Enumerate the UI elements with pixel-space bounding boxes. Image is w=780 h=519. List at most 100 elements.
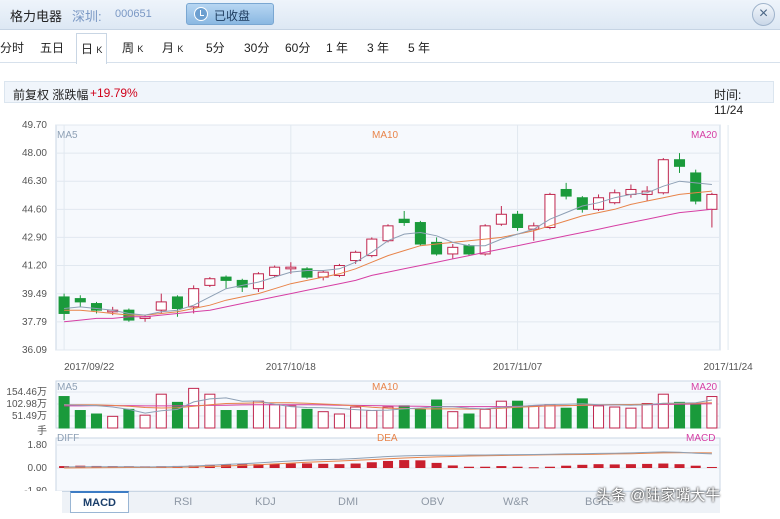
title-bar: 格力电器 深圳: 000651 已收盘 × xyxy=(0,0,780,30)
volume-ma5-legend: MA5 xyxy=(57,382,78,393)
volume-ma20-legend: MA20 xyxy=(691,382,718,393)
macd-bar xyxy=(528,467,539,469)
candle-body xyxy=(495,213,507,225)
tab-1-year[interactable]: 1 年 xyxy=(326,39,348,56)
tab-60min[interactable]: 60分 xyxy=(285,39,310,56)
macd-bar xyxy=(561,465,572,468)
volume-bar xyxy=(74,410,86,429)
volume-bar xyxy=(609,406,621,429)
clock-icon xyxy=(194,7,208,21)
tab-label: 30分 xyxy=(244,41,270,55)
market-label: 深圳: xyxy=(72,9,102,24)
volume-bar xyxy=(576,398,588,429)
market-status-label: 已收盘 xyxy=(214,9,251,23)
tab-5min[interactable]: 5分 xyxy=(206,39,225,56)
macd-bar xyxy=(382,460,394,468)
volume-bar xyxy=(58,396,70,429)
tab-label: 60分 xyxy=(285,41,311,55)
candle-body xyxy=(398,218,410,224)
price-tick-label: 39.49 xyxy=(22,289,47,300)
price-tick-label: 37.79 xyxy=(22,317,47,328)
candle-body xyxy=(382,225,394,242)
volume-bar xyxy=(479,408,491,429)
volume-bar xyxy=(285,405,297,429)
macd-bar xyxy=(496,466,507,468)
tab-macd[interactable]: MACD xyxy=(70,491,129,513)
candle-body xyxy=(544,193,556,228)
volume-bar xyxy=(269,404,281,429)
macd-bar xyxy=(350,463,361,468)
macd-bar xyxy=(415,460,426,468)
volume-bar xyxy=(706,396,718,429)
volume-bar xyxy=(625,407,637,429)
tab-dmi[interactable]: DMI xyxy=(338,496,358,508)
tab-daily-k[interactable]: 日 K xyxy=(76,33,108,64)
volume-bar xyxy=(673,401,686,429)
ma5-legend: MA5 xyxy=(57,130,78,141)
candle-body xyxy=(690,172,702,202)
tab-rsi[interactable]: RSI xyxy=(174,496,192,508)
macd-bar xyxy=(544,466,555,468)
close-button[interactable]: × xyxy=(752,3,775,26)
tab-obv[interactable]: OBV xyxy=(421,496,444,508)
volume-bar xyxy=(463,413,475,429)
macd-bar xyxy=(447,465,458,468)
macd-bar xyxy=(285,463,296,468)
tab-monthly-k[interactable]: 月 K xyxy=(162,39,183,56)
macd-bar xyxy=(318,463,329,468)
macd-bar xyxy=(690,465,701,468)
macd-bar xyxy=(366,462,377,468)
macd-tick-label: 0.00 xyxy=(28,463,48,474)
tab-sub-label: K xyxy=(96,45,103,55)
volume-bar xyxy=(366,410,378,429)
volume-ma10-legend: MA10 xyxy=(372,382,399,393)
macd-bar xyxy=(237,464,248,468)
ma20-legend: MA20 xyxy=(691,130,718,141)
tab-kdj[interactable]: KDJ xyxy=(255,496,276,508)
tab-wr[interactable]: W&R xyxy=(503,496,529,508)
tab-5-year[interactable]: 5 年 xyxy=(408,39,430,56)
volume-bar xyxy=(107,415,119,429)
dea-legend: DEA xyxy=(377,433,398,444)
macd-bar xyxy=(593,464,604,468)
volume-bar xyxy=(188,387,200,429)
candle-body xyxy=(350,251,362,262)
candle-body xyxy=(155,301,167,311)
candle-body xyxy=(74,298,86,303)
volume-bar xyxy=(333,413,345,429)
tab-five-day[interactable]: 五日 xyxy=(40,39,64,56)
macd-bar xyxy=(334,464,345,468)
tab-30min[interactable]: 30分 xyxy=(244,39,269,56)
period-tab-bar: 分时 五日 日 K 周 K 月 K 5分 30分 60分 1 年 3 年 5 年 xyxy=(0,33,780,64)
kline-chart[interactable]: 49.70 48.00 46.30 44.60 42.90 41.20 39.49 37.79… xyxy=(0,105,780,491)
volume-bar xyxy=(512,400,524,429)
candle-body xyxy=(220,276,232,281)
macd-bar xyxy=(431,462,442,468)
candle-body xyxy=(512,213,524,228)
macd-bar xyxy=(674,464,685,468)
candle-body xyxy=(188,288,200,308)
volume-bar xyxy=(123,408,135,429)
price-tick-label: 42.90 xyxy=(22,232,47,243)
price-tick-label: 41.20 xyxy=(22,261,47,272)
macd-bar xyxy=(463,466,474,468)
tab-label: 周 xyxy=(122,41,135,55)
candle-body xyxy=(560,188,572,197)
volume-tick-label: 手 xyxy=(37,424,47,437)
tab-3-year[interactable]: 3 年 xyxy=(367,39,389,56)
tab-label: 五日 xyxy=(40,41,65,55)
tab-label: 5 年 xyxy=(408,41,431,55)
macd-bar xyxy=(512,466,523,468)
volume-bar xyxy=(317,411,329,429)
close-icon: × xyxy=(758,5,769,22)
volume-bar xyxy=(544,404,556,429)
tab-intraday[interactable]: 分时 xyxy=(0,39,24,56)
macd-tick-label: 1.80 xyxy=(28,440,48,451)
tab-label: 3 年 xyxy=(367,41,390,55)
volume-bar xyxy=(593,405,605,429)
info-bar: 前复权 涨跌幅 +19.79% 时间: 11/24 xyxy=(4,81,774,117)
macd-tick-label: -1.80 xyxy=(24,486,47,491)
price-tick-label: 46.30 xyxy=(22,176,47,187)
candle-body xyxy=(171,296,183,310)
tab-weekly-k[interactable]: 周 K xyxy=(122,39,143,56)
